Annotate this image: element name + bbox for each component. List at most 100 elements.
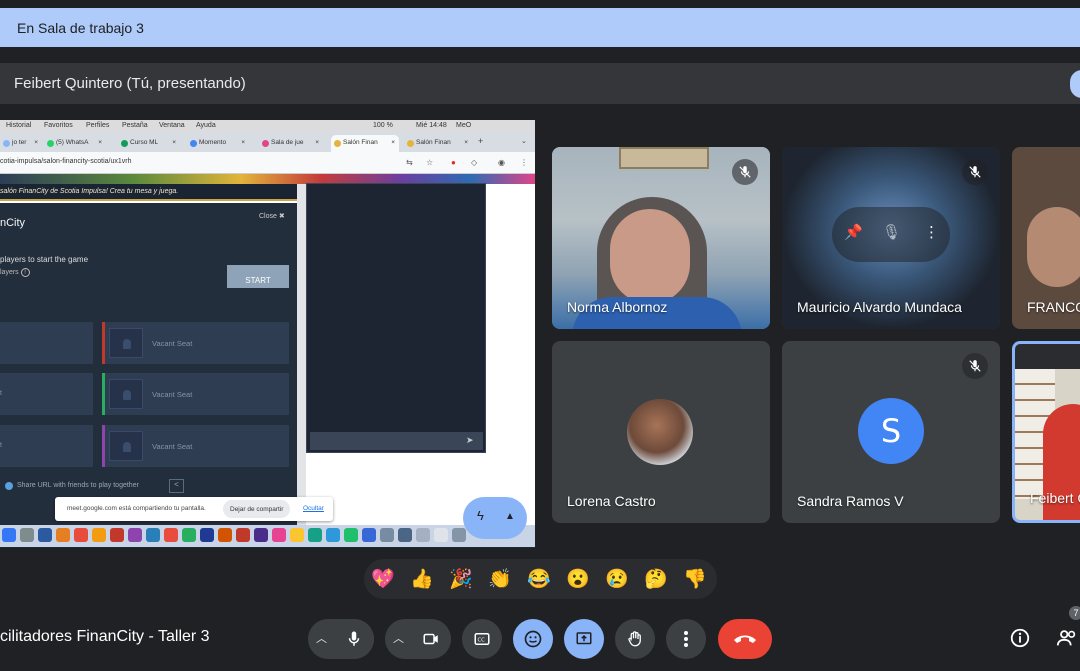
close-icon[interactable]: × (464, 139, 468, 146)
browser-tab[interactable]: jo ter × (0, 135, 42, 152)
reaction-party[interactable]: 🎉 (448, 567, 474, 593)
close-icon[interactable]: × (315, 139, 319, 146)
mic-button[interactable] (334, 619, 374, 659)
dock-app-icon[interactable] (2, 528, 16, 542)
svg-text:CC: CC (478, 637, 486, 643)
translate-icon[interactable]: ⇆ (406, 158, 413, 167)
dock-app-icon[interactable] (398, 528, 412, 542)
reaction-thumbs-up[interactable]: 👍 (409, 567, 435, 593)
close-icon[interactable]: × (391, 139, 395, 146)
reaction-clap[interactable]: 👏 (487, 567, 513, 593)
address-bar[interactable]: cotia-impulsa/salon-financity-scotia/ux1… (0, 152, 535, 174)
dock-app-icon[interactable] (326, 528, 340, 542)
browser-tab[interactable]: Curso ML × (118, 135, 180, 152)
dock-app-icon[interactable] (344, 528, 358, 542)
dock-app-icon[interactable] (164, 528, 178, 542)
dock-app-icon[interactable] (56, 528, 70, 542)
dock-app-icon[interactable] (20, 528, 34, 542)
browser-tab-active[interactable]: Salón Finan × (331, 135, 399, 152)
profile-icon[interactable]: ◉ (498, 158, 505, 167)
menu-icon[interactable]: ⋮ (520, 158, 528, 167)
star-icon[interactable]: ☆ (426, 158, 433, 167)
dock-app-icon[interactable] (236, 528, 250, 542)
dock-app-icon[interactable] (92, 528, 106, 542)
stop-presenting-button[interactable] (1070, 70, 1080, 98)
lightning-icon[interactable]: ϟ (477, 508, 484, 523)
browser-tab[interactable]: (5) WhatsA × (44, 135, 106, 152)
participant-tile[interactable]: FRANCO (1012, 147, 1080, 329)
dock-app-icon[interactable] (254, 528, 268, 542)
participant-tile[interactable]: S Sandra Ramos V (782, 341, 1000, 523)
dock-app-icon[interactable] (74, 528, 88, 542)
presentation-controls-pill[interactable]: ϟ ▲ (463, 497, 527, 539)
browser-tab-strip: jo ter × (5) WhatsA × Curso ML × Momento × S… (0, 132, 535, 152)
close-icon[interactable]: × (98, 139, 102, 146)
vacant-seat[interactable]: Vacant Seat (102, 425, 289, 467)
participant-tile[interactable]: 📌 🎙 ⋮ Mauricio Alvardo Mundaca (782, 147, 1000, 329)
dock-app-icon[interactable] (272, 528, 286, 542)
new-tab-icon[interactable]: + (478, 136, 483, 146)
participant-tile-self[interactable]: Feibert Q (1012, 341, 1080, 523)
browser-tab[interactable]: Momento × (187, 135, 249, 152)
puzzle-icon[interactable]: ◇ (471, 158, 477, 167)
send-icon[interactable]: ➤ (466, 435, 474, 446)
chevron-down-icon[interactable]: ⌄ (521, 137, 527, 145)
close-icon[interactable]: × (241, 139, 245, 146)
participant-tile[interactable]: Norma Albornoz (552, 147, 770, 329)
seat-left[interactable] (0, 322, 93, 364)
captions-button[interactable]: CC (462, 619, 502, 659)
dock-app-icon[interactable] (362, 528, 376, 542)
vacant-seat[interactable]: Vacant Seat (102, 373, 289, 415)
close-icon[interactable]: × (172, 139, 176, 146)
browser-tab[interactable]: Sala de jue × (259, 135, 323, 152)
meeting-info-button[interactable] (1008, 627, 1032, 651)
reactions-button[interactable] (513, 619, 553, 659)
participant-tile[interactable]: Lorena Castro (552, 341, 770, 523)
share-icon[interactable]: < (169, 479, 184, 493)
reaction-heart[interactable]: 💖 (370, 567, 396, 593)
reaction-laugh[interactable]: 😂 (526, 567, 552, 593)
more-options-icon[interactable]: ⋮ (924, 223, 939, 241)
dock-app-icon[interactable] (308, 528, 322, 542)
seat-left[interactable]: t (0, 373, 93, 415)
dock-app-icon[interactable] (416, 528, 430, 542)
dock-app-icon[interactable] (38, 528, 52, 542)
start-game-button[interactable]: START (227, 265, 289, 288)
chat-input[interactable] (310, 432, 483, 450)
dock-app-icon[interactable] (200, 528, 214, 542)
hide-notice-link[interactable]: Ocultar (303, 505, 324, 512)
close-panel-button[interactable]: Close ✖ (259, 212, 285, 220)
people-button[interactable] (1055, 627, 1079, 651)
extension-icon[interactable]: ● (451, 158, 456, 167)
vacant-seat[interactable]: Vacant Seat (102, 322, 289, 364)
chevron-up-icon[interactable]: ▲ (505, 511, 515, 522)
mic-off-icon[interactable]: 🎙 (882, 223, 901, 241)
reaction-thumbs-down[interactable]: 👎 (682, 567, 708, 593)
dock-app-icon[interactable] (290, 528, 304, 542)
dock-app-icon[interactable] (146, 528, 160, 542)
reaction-surprised[interactable]: 😮 (565, 567, 591, 593)
end-call-button[interactable] (718, 619, 772, 659)
chevron-up-icon[interactable]: ︿ (316, 630, 327, 646)
dock-app-icon[interactable] (128, 528, 142, 542)
pin-icon[interactable]: 📌 (844, 223, 863, 241)
dock-app-icon[interactable] (434, 528, 448, 542)
close-icon[interactable]: × (34, 139, 38, 146)
stop-sharing-button[interactable]: Dejar de compartir (223, 500, 291, 518)
browser-tab[interactable]: Salón Finan × (404, 135, 472, 152)
dock-app-icon[interactable] (380, 528, 394, 542)
camera-button[interactable] (411, 619, 451, 659)
dock-app-icon[interactable] (452, 528, 466, 542)
game-title: nCity (0, 217, 26, 229)
seat-left[interactable]: t (0, 425, 93, 467)
more-options-button[interactable] (666, 619, 706, 659)
dock-app-icon[interactable] (182, 528, 196, 542)
raise-hand-button[interactable] (615, 619, 655, 659)
dock-app-icon[interactable] (110, 528, 124, 542)
reaction-sad[interactable]: 😢 (604, 567, 630, 593)
reaction-thinking[interactable]: 🤔 (643, 567, 669, 593)
dock-app-icon[interactable] (218, 528, 232, 542)
battery-status: 100 % (373, 122, 393, 129)
present-button[interactable] (564, 619, 604, 659)
chevron-up-icon[interactable]: ︿ (393, 630, 404, 646)
